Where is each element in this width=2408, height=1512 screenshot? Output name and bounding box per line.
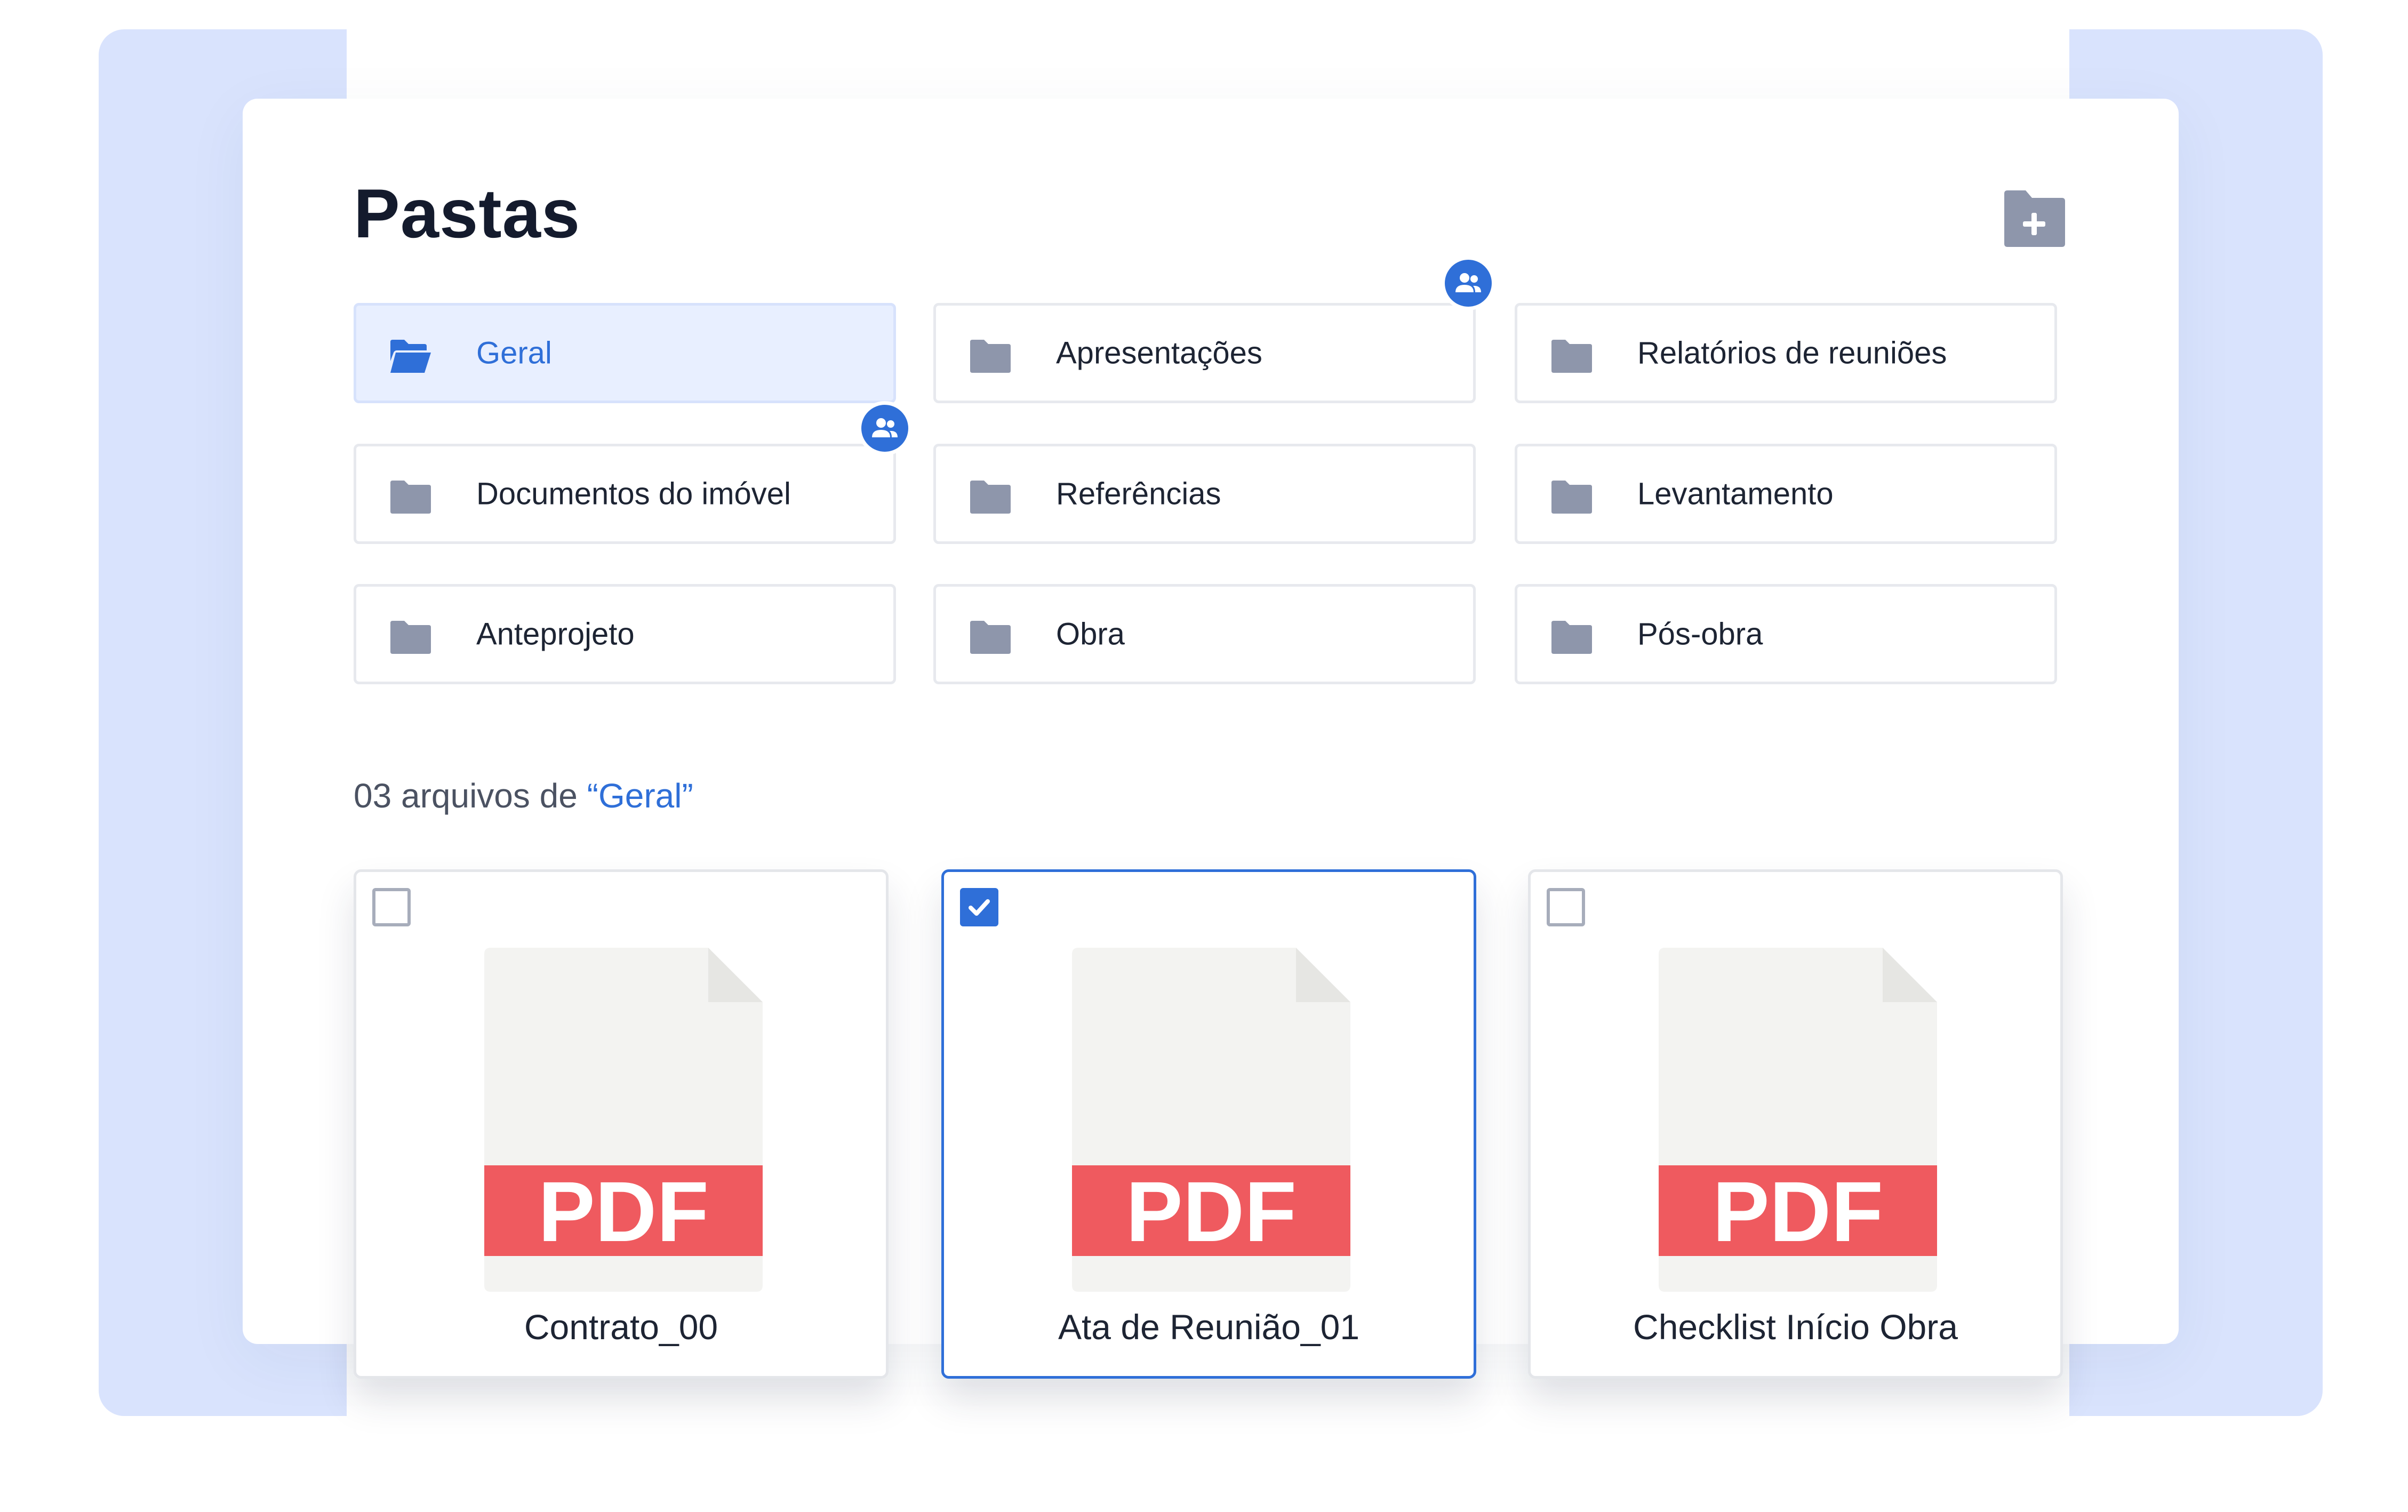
pdf-file-icon: PDF — [484, 948, 763, 1292]
pdf-file-icon: PDF — [1659, 948, 1937, 1292]
folder-label: Levantamento — [1637, 476, 1834, 511]
pdf-label: PDF — [1126, 1164, 1297, 1259]
folder-label: Anteprojeto — [476, 617, 635, 652]
folder-open-icon — [390, 340, 431, 373]
folder-icon — [390, 621, 431, 654]
folder-anteprojeto[interactable]: Anteprojeto — [354, 584, 896, 684]
folder-label: Referências — [1056, 476, 1221, 511]
file-checkbox[interactable] — [960, 888, 998, 926]
pdf-label: PDF — [1713, 1164, 1883, 1259]
folder-apresentacoes[interactable]: Apresentações — [933, 303, 1476, 403]
folder-label: Relatórios de reuniões — [1637, 335, 1947, 371]
folder-referencias[interactable]: Referências — [933, 444, 1476, 544]
folder-label: Geral — [476, 335, 552, 371]
file-name: Checklist Início Obra — [1633, 1307, 1958, 1347]
files-count-caption: 03 arquivos de “Geral” — [354, 776, 693, 815]
folder-geral[interactable]: Geral — [354, 303, 896, 403]
folder-icon — [970, 340, 1011, 373]
users-icon — [872, 418, 898, 437]
folder-icon — [970, 481, 1011, 514]
folder-icon — [1551, 481, 1592, 514]
background-panel-cutout-top — [347, 21, 2069, 99]
files-count-text: 03 arquivos de — [354, 777, 587, 815]
file-checkbox[interactable] — [1547, 888, 1585, 926]
file-checkbox[interactable] — [372, 888, 411, 926]
pdf-label: PDF — [538, 1164, 709, 1259]
new-folder-button[interactable] — [2001, 189, 2066, 248]
folder-label: Apresentações — [1056, 335, 1262, 371]
folder-icon — [970, 621, 1011, 654]
shared-badge — [858, 401, 912, 455]
file-name: Contrato_00 — [524, 1307, 718, 1347]
folder-documentos-do-imovel[interactable]: Documentos do imóvel — [354, 444, 896, 544]
users-icon — [1455, 273, 1481, 292]
folder-pos-obra[interactable]: Pós-obra — [1515, 584, 2057, 684]
folder-relatorios-de-reunioes[interactable]: Relatórios de reuniões — [1515, 303, 2057, 403]
file-name: Ata de Reunião_01 — [1058, 1307, 1360, 1347]
file-card-contrato[interactable]: PDF Contrato_00 — [354, 869, 889, 1379]
check-icon — [969, 899, 990, 916]
file-card-checklist-inicio-obra[interactable]: PDF Checklist Início Obra — [1528, 869, 2063, 1379]
folder-obra[interactable]: Obra — [933, 584, 1476, 684]
pdf-file-icon: PDF — [1072, 948, 1350, 1292]
folder-label: Obra — [1056, 617, 1125, 652]
folder-levantamento[interactable]: Levantamento — [1515, 444, 2057, 544]
folder-icon — [390, 481, 431, 514]
folder-icon — [1551, 621, 1592, 654]
shared-badge — [1441, 256, 1495, 310]
folder-label: Documentos do imóvel — [476, 476, 791, 511]
folder-plus-icon — [2004, 190, 2065, 247]
folder-label: Pós-obra — [1637, 617, 1763, 652]
files-folder-ref: “Geral” — [587, 777, 693, 815]
page-title: Pastas — [354, 174, 581, 252]
file-card-ata-de-reuniao[interactable]: PDF Ata de Reunião_01 — [941, 869, 1476, 1379]
folder-icon — [1551, 340, 1592, 373]
